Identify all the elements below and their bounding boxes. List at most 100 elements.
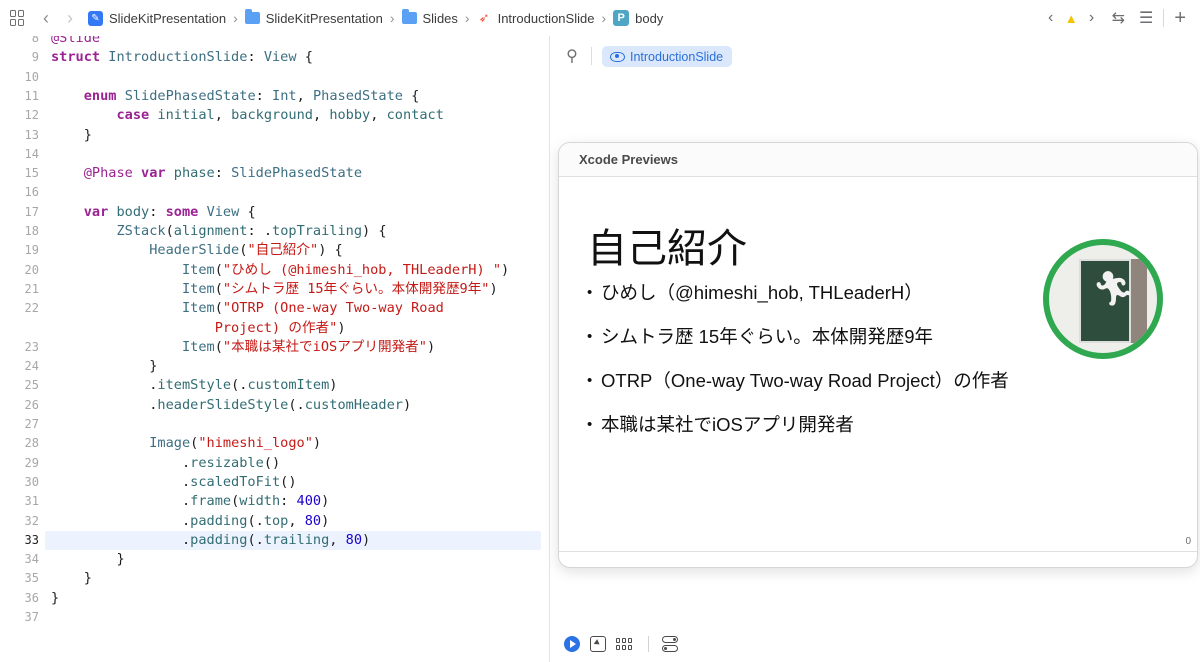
code-token: ( xyxy=(165,223,174,239)
code-line[interactable]: 36} xyxy=(0,589,549,608)
code-token: 80 xyxy=(345,531,363,548)
code-line[interactable]: 25 .itemStyle(.customItem) xyxy=(0,376,549,395)
breadcrumb-symbol[interactable]: P body xyxy=(613,10,663,26)
code-token: : xyxy=(280,493,297,510)
code-text: enum SlidePhasedState: Int, PhasedState … xyxy=(51,87,420,106)
pin-icon[interactable]: ⚲ xyxy=(564,46,580,66)
warning-icon[interactable]: ▲ xyxy=(1065,11,1078,26)
code-line[interactable]: 29 .resizable() xyxy=(0,454,549,473)
code-line[interactable]: 19 HeaderSlide("自己紹介") { xyxy=(0,241,549,260)
code-token: padding xyxy=(190,531,248,548)
breadcrumb-folder[interactable]: Slides xyxy=(401,9,458,26)
line-number: 21 xyxy=(24,281,39,296)
code-line[interactable]: 30 .scaledToFit() xyxy=(0,473,549,492)
device-settings-icon[interactable] xyxy=(662,636,678,652)
code-text: case initial, background, hobby, contact xyxy=(51,106,443,125)
code-line[interactable]: 28 Image("himeshi_logo") xyxy=(0,434,549,453)
code-line[interactable]: 16 xyxy=(0,183,549,202)
related-items-icon[interactable]: ⇆ xyxy=(1112,8,1125,28)
code-token: Item xyxy=(181,338,215,355)
code-line[interactable]: 20 Item("ひめし (@himeshi_hob, THLeaderH) "… xyxy=(0,261,549,280)
chevron-left-icon[interactable]: ‹ xyxy=(36,8,56,29)
slide-bullet: シムトラ歴 15年ぐらい。本体開発歴9年 xyxy=(587,325,1057,369)
code-line[interactable]: 21 Item("シムトラ歴 15年ぐらい。本体開発歴9年") xyxy=(0,280,549,299)
code-token: case xyxy=(116,107,150,124)
code-line[interactable]: 13 } xyxy=(0,126,549,145)
code-line[interactable]: 11 enum SlidePhasedState: Int, PhasedSta… xyxy=(0,87,549,106)
toolbar-divider xyxy=(591,47,592,65)
code-line[interactable]: 22 Item("OTRP (One-way Two-way Road xyxy=(0,299,549,318)
code-token: HeaderSlide xyxy=(149,242,240,259)
code-token: () xyxy=(263,454,281,471)
code-token: . xyxy=(51,473,191,490)
code-token: , xyxy=(214,107,232,124)
chevron-right-icon[interactable]: › xyxy=(60,8,80,29)
variants-icon[interactable] xyxy=(616,638,634,650)
breadcrumb-group[interactable]: SlideKitPresentation xyxy=(244,9,383,26)
code-line[interactable]: 37 xyxy=(0,608,549,627)
property-icon: P xyxy=(613,10,630,26)
code-line[interactable]: 26 .headerSlideStyle(.customHeader) xyxy=(0,396,549,415)
preview-chip[interactable]: IntroductionSlide xyxy=(602,46,733,67)
previous-issue-icon[interactable]: ‹ xyxy=(1043,9,1059,27)
editor-options-icon[interactable]: ☰ xyxy=(1139,8,1153,28)
code-token: IntroductionSlide xyxy=(108,49,248,66)
code-token: frame xyxy=(190,493,232,510)
code-token: top xyxy=(263,512,289,529)
line-number: 18 xyxy=(24,224,39,238)
selectable-mode-icon[interactable] xyxy=(590,636,606,652)
code-line[interactable]: 31 .frame(width: 400) xyxy=(0,492,549,511)
code-token: , xyxy=(370,107,387,124)
code-line[interactable]: 27 xyxy=(0,415,549,434)
slide-preview[interactable]: 自己紹介 ひめし（@himeshi_hob, THLeaderH） シムトラ歴 … xyxy=(559,178,1197,552)
add-editor-icon[interactable]: + xyxy=(1174,7,1186,30)
breadcrumb-file[interactable]: ➶ IntroductionSlide xyxy=(477,10,595,26)
code-line-current[interactable]: 33 .padding(.trailing, 80) xyxy=(0,530,549,550)
code-line[interactable]: 8 @Slide xyxy=(0,36,549,48)
code-line[interactable]: 23 Item("本職は某社でiOSアプリ開発者") xyxy=(0,338,549,357)
code-line[interactable]: Project) の作者") xyxy=(0,319,549,338)
code-text: HeaderSlide("自己紹介") { xyxy=(51,241,343,260)
code-token: alignment xyxy=(173,223,248,239)
breadcrumb-label: SlideKitPresentation xyxy=(109,10,227,26)
grid-icon[interactable] xyxy=(10,10,26,26)
code-line[interactable]: 12 case initial, background, hobby, cont… xyxy=(0,106,549,125)
code-text: } xyxy=(51,569,92,588)
code-text: } xyxy=(51,126,92,145)
code-line[interactable]: 9 struct IntroductionSlide: View { xyxy=(0,48,549,67)
code-line[interactable]: 24 } xyxy=(0,357,549,376)
code-line[interactable]: 34 } xyxy=(0,550,549,569)
breadcrumb-project[interactable]: ✎ SlideKitPresentation xyxy=(88,10,227,26)
code-token: } xyxy=(51,570,92,587)
code-token: } xyxy=(51,358,158,375)
code-line[interactable]: 15 @Phase var phase: SlidePhasedState xyxy=(0,164,549,183)
code-text: struct IntroductionSlide: View { xyxy=(51,48,313,67)
code-text: ZStack(alignment: .topTrailing) { xyxy=(51,222,386,241)
code-token: body xyxy=(116,203,150,220)
code-line[interactable]: 10 xyxy=(0,68,549,87)
line-number: 32 xyxy=(24,513,39,528)
code-token: ) xyxy=(337,319,346,336)
code-token: (. xyxy=(247,531,264,548)
line-number: 27 xyxy=(24,417,39,431)
code-line[interactable]: 17 var body: some View { xyxy=(0,203,549,222)
code-token: phase xyxy=(173,165,215,182)
code-line[interactable]: 14 xyxy=(0,145,549,164)
code-token: (. xyxy=(231,377,248,394)
code-line[interactable]: 32 .padding(.top, 80) xyxy=(0,512,549,531)
line-number: 35 xyxy=(24,571,39,586)
code-editor[interactable]: 8 @Slide 9 struct IntroductionSlide: View {… xyxy=(0,36,549,662)
code-line[interactable]: 35 } xyxy=(0,569,549,588)
code-token: scaledToFit xyxy=(190,473,281,490)
code-line[interactable]: 18 ZStack(alignment: .topTrailing) { xyxy=(0,222,549,241)
line-number: 25 xyxy=(24,378,39,393)
live-preview-icon[interactable] xyxy=(564,636,580,652)
next-issue-icon[interactable]: › xyxy=(1084,9,1100,27)
code-token: SlidePhasedState xyxy=(231,165,363,182)
